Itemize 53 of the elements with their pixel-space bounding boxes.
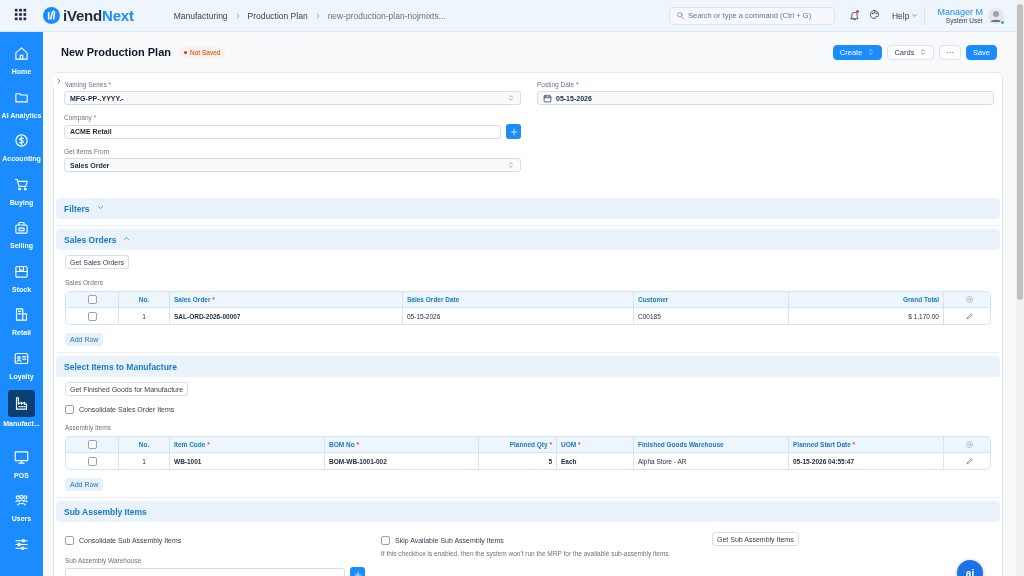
checkbox[interactable] [381,536,390,545]
chevron-down-icon [95,203,105,212]
chevron-down-icon [911,12,919,19]
edit-icon[interactable] [965,456,974,465]
sliders-icon [14,536,29,552]
calendar-icon [543,93,552,103]
section-header[interactable]: Sub Assembly Items [56,501,1000,522]
checkbox[interactable] [87,295,97,304]
users-icon [14,493,29,508]
checkbox[interactable] [65,536,74,545]
checkbox[interactable] [87,456,97,466]
section-header[interactable]: Sales Orders [56,229,1000,250]
settings-icon[interactable] [965,295,974,304]
factory-icon [14,396,29,412]
chevron-right-icon [55,77,63,85]
edit-icon[interactable] [965,311,974,320]
user-name[interactable]: Manager M [937,7,983,17]
palette-icon[interactable] [869,9,880,20]
monitor-icon [14,449,29,465]
bag-icon [14,220,29,236]
ai-assistant-button[interactable]: ai [957,560,983,576]
caret-icon [507,161,515,169]
bell-icon[interactable] [849,10,860,21]
chevron-up-icon [122,234,132,243]
cart-icon [14,176,29,192]
settings-icon[interactable] [965,440,974,449]
caret-icon [919,48,928,56]
plus-icon [508,126,519,137]
home-icon [14,46,29,61]
avatar[interactable] [988,7,1004,24]
breadcrumb-link[interactable]: new-production-plan-nojmixts... [327,10,446,21]
section-header[interactable]: Filters [56,198,1000,219]
dollar-icon [14,133,29,149]
grid-menu-icon[interactable] [14,8,27,21]
search-icon [676,11,685,20]
checkbox[interactable] [87,440,97,449]
breadcrumb-link[interactable]: Production Plan [247,10,308,21]
checkbox[interactable] [65,405,74,414]
id-card-icon [14,350,29,366]
section-header[interactable]: Select Items to Manufacture [56,356,1000,377]
caret-icon [507,94,515,102]
caret-icon [867,48,876,56]
add-button[interactable] [506,124,521,139]
checkbox[interactable] [87,311,97,321]
register-icon [14,307,29,323]
help-menu[interactable]: Help [886,6,926,25]
breadcrumb-link[interactable]: Manufacturing [173,10,228,21]
logo-text: iVendNext [63,7,134,24]
box-icon [14,263,29,279]
plus-icon [352,569,363,576]
page-title: New Production Plan [61,46,171,58]
logo-icon [43,7,60,24]
scrollbar[interactable] [1016,0,1024,576]
